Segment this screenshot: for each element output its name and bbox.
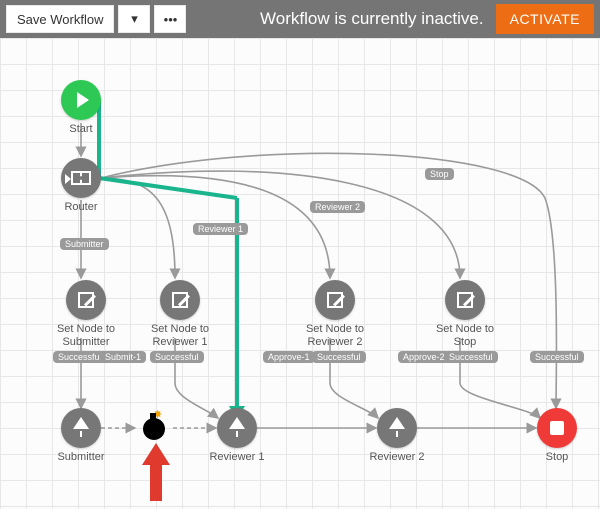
node-submitter[interactable]: Submitter [51,408,111,464]
edge-label-approve1: Approve-1 [263,351,315,363]
node-label: Router [51,201,111,214]
node-set-submitter[interactable]: Set Node to Submitter [51,280,121,348]
edge-label-submit1: Submit-1 [100,351,146,363]
node-label: Reviewer 1 [207,451,267,464]
edge-label-successful-5: Successful [530,351,584,363]
node-label: Reviewer 2 [367,451,427,464]
edit-icon [457,292,473,308]
node-label: Set Node to Reviewer 2 [300,323,370,348]
edge-label-successful-2: Successful [150,351,204,363]
edge-label-submitter: Submitter [60,238,109,250]
node-set-reviewer1[interactable]: Set Node to Reviewer 1 [145,280,215,348]
edge-label-stop: Stop [425,168,454,180]
node-reviewer2[interactable]: Reviewer 2 [367,408,427,464]
toolbar: Save Workflow ▾ ••• Workflow is currentl… [0,0,600,38]
merge-icon [229,419,245,437]
workflow-canvas[interactable]: Submitter Reviewer 1 Reviewer 2 Stop Suc… [0,38,600,509]
ellipsis-icon: ••• [164,12,178,27]
chevron-down-icon: ▾ [131,11,138,27]
node-set-stop[interactable]: Set Node to Stop [430,280,500,348]
node-reviewer1[interactable]: Reviewer 1 [207,408,267,464]
node-router[interactable]: Router [51,158,111,214]
node-label: Start [51,123,111,136]
router-icon [71,171,91,185]
activate-button[interactable]: ACTIVATE [496,4,594,34]
node-label: Stop [527,451,587,464]
error-marker[interactable]: ✸ [136,410,172,446]
workflow-status: Workflow is currently inactive. [260,9,484,29]
node-label: Submitter [51,451,111,464]
save-dropdown-button[interactable]: ▾ [118,5,150,33]
edge-label-approve2: Approve-2 [398,351,450,363]
node-start[interactable]: Start [51,80,111,136]
node-stop[interactable]: Stop [527,408,587,464]
node-set-reviewer2[interactable]: Set Node to Reviewer 2 [300,280,370,348]
annotation-arrow [138,443,174,503]
edge-label-successful-4: Successful [444,351,498,363]
edge-label-reviewer1: Reviewer 1 [193,223,248,235]
save-button[interactable]: Save Workflow [6,5,114,33]
edit-icon [78,292,94,308]
edge-label-successful-3: Successful [312,351,366,363]
edit-icon [172,292,188,308]
stop-icon [550,421,564,435]
node-label: Set Node to Stop [430,323,500,348]
edge-label-successful-1: Successful [53,351,107,363]
merge-icon [389,419,405,437]
play-icon [77,92,89,108]
merge-icon [73,419,89,437]
node-label: Set Node to Submitter [51,323,121,348]
node-label: Set Node to Reviewer 1 [145,323,215,348]
bomb-icon [143,418,165,440]
edge-label-reviewer2: Reviewer 2 [310,201,365,213]
more-button[interactable]: ••• [154,5,186,33]
edit-icon [327,292,343,308]
